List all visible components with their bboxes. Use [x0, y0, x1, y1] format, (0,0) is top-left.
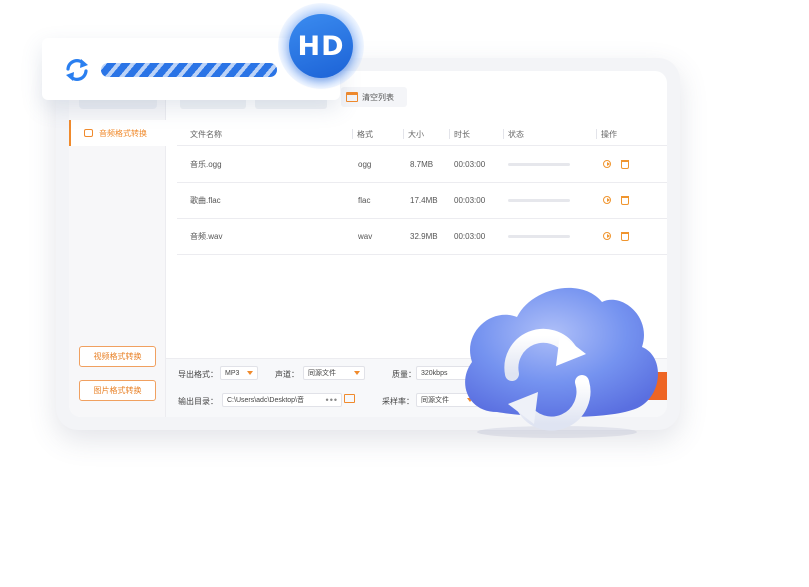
output-dir-field[interactable]: C:\Users\adc\Desktop\音 •••: [222, 393, 342, 407]
file-size: 17.4MB: [410, 195, 438, 205]
table-header: 文件名称 格式 大小 时长 状态 操作: [177, 123, 667, 146]
sample-rate-label: 采样率：: [382, 397, 414, 406]
audio-file-icon: [84, 129, 93, 137]
export-format-select[interactable]: MP3: [220, 366, 258, 380]
output-dir-label: 输出目录：: [178, 397, 218, 406]
header-status: 状态: [508, 129, 524, 139]
basket-icon: [346, 92, 358, 102]
striped-progress-bar: [101, 63, 277, 77]
play-icon[interactable]: [603, 232, 611, 240]
file-name: 音乐.ogg: [190, 159, 222, 169]
table-row[interactable]: 音频.wav wav 32.9MB 00:03:00: [177, 218, 667, 255]
file-duration: 00:03:00: [454, 159, 486, 169]
header-name: 文件名称: [190, 129, 222, 139]
header-divider: [352, 129, 353, 139]
trash-icon[interactable]: [621, 159, 629, 169]
refresh-icon: [66, 59, 88, 81]
file-name: 音频.wav: [190, 231, 223, 241]
cloud-sync-icon: [465, 287, 659, 438]
image-convert-button[interactable]: 图片格式转换: [79, 380, 156, 401]
progress-bar: [508, 162, 570, 166]
header-divider: [503, 129, 504, 139]
sidebar-item-label: 音频格式转换: [99, 128, 147, 138]
progress-bar: [508, 234, 570, 238]
header-duration: 时长: [454, 129, 470, 139]
file-format: flac: [358, 195, 371, 205]
header-format: 格式: [357, 129, 373, 139]
trash-icon[interactable]: [621, 195, 629, 205]
play-icon[interactable]: [603, 160, 611, 168]
export-format-value: MP3: [225, 369, 240, 377]
file-format: wav: [358, 231, 373, 241]
file-name: 歌曲.flac: [190, 195, 221, 205]
file-duration: 00:03:00: [454, 195, 486, 205]
sidebar: 音频格式转换 视频格式转换 图片格式转换: [69, 71, 167, 417]
file-format: ogg: [358, 159, 372, 169]
clear-list-label: 清空列表: [362, 92, 394, 102]
trash-icon[interactable]: [621, 231, 629, 241]
header-divider: [403, 129, 404, 139]
file-duration: 00:03:00: [454, 231, 486, 241]
table-row[interactable]: 音乐.ogg ogg 8.7MB 00:03:00: [177, 146, 667, 183]
channel-label: 声道：: [275, 370, 299, 379]
file-size: 32.9MB: [410, 231, 438, 241]
quality-value: 320kbps: [421, 369, 448, 377]
table-row[interactable]: 歌曲.flac flac 17.4MB 00:03:00: [177, 182, 667, 219]
header-divider: [449, 129, 450, 139]
play-icon[interactable]: [603, 196, 611, 204]
chevron-down-icon: [354, 371, 360, 375]
file-size: 8.7MB: [410, 159, 434, 169]
header-actions: 操作: [601, 129, 617, 139]
channel-select[interactable]: 同源文件: [303, 366, 365, 380]
sample-rate-value: 同源文件: [421, 397, 449, 404]
output-dir-value: C:\Users\adc\Desktop\音: [227, 397, 305, 404]
progress-bar: [508, 198, 570, 202]
header-size: 大小: [408, 129, 424, 139]
browse-more-icon[interactable]: •••: [325, 395, 338, 405]
clear-list-button[interactable]: 清空列表: [341, 87, 407, 107]
header-divider: [596, 129, 597, 139]
hd-badge: HD: [278, 3, 364, 89]
folder-icon[interactable]: [344, 394, 355, 403]
channel-value: 同源文件: [308, 370, 336, 377]
chevron-down-icon: [247, 371, 253, 375]
export-format-label: 导出格式：: [178, 370, 218, 379]
video-convert-button[interactable]: 视频格式转换: [79, 346, 156, 367]
quality-label: 质量：: [392, 370, 416, 379]
hd-label: HD: [289, 14, 353, 78]
sidebar-item-audio-convert[interactable]: 音频格式转换: [69, 120, 167, 146]
